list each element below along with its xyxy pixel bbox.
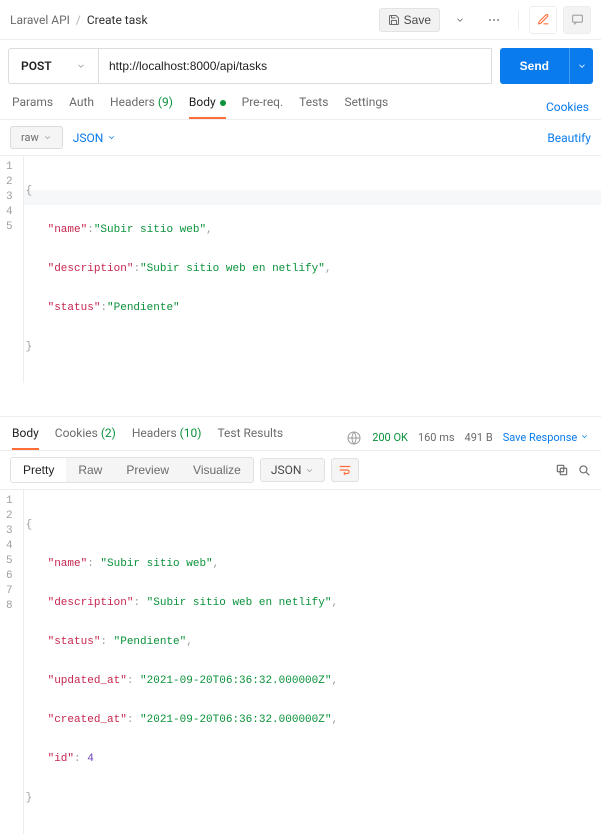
code-area[interactable]: { "name":"Subir sitio web", "description… bbox=[24, 156, 601, 383]
line-gutter: 12345 bbox=[0, 156, 24, 383]
resp-headers-count: (10) bbox=[180, 426, 202, 440]
save-response-link[interactable]: Save Response bbox=[503, 431, 589, 444]
search-icon[interactable] bbox=[577, 463, 591, 477]
breadcrumb: Laravel API / Create task bbox=[10, 13, 148, 27]
resp-tab-cookies[interactable]: Cookies (2) bbox=[55, 426, 116, 450]
chevron-down-icon bbox=[107, 133, 116, 142]
chevron-down-icon bbox=[43, 133, 52, 142]
body-indicator-icon bbox=[220, 100, 226, 106]
method-select[interactable]: POST bbox=[8, 48, 98, 84]
save-dropdown[interactable] bbox=[446, 6, 474, 34]
status-group: 200 OK 160 ms 491 B Save Response bbox=[346, 430, 589, 446]
tab-body-label: Body bbox=[189, 95, 216, 109]
method-label: POST bbox=[21, 59, 52, 73]
tab-body[interactable]: Body bbox=[189, 95, 226, 119]
chevron-down-icon bbox=[305, 466, 314, 475]
seg-visualize[interactable]: Visualize bbox=[181, 458, 253, 482]
body-format-label: JSON bbox=[73, 131, 104, 145]
body-options-row: raw JSON Beautify bbox=[0, 120, 601, 156]
beautify-link[interactable]: Beautify bbox=[547, 131, 591, 145]
request-body-editor[interactable]: 12345 { "name":"Subir sitio web", "descr… bbox=[0, 156, 601, 417]
status-code: 200 OK bbox=[372, 431, 408, 444]
view-segment: Pretty Raw Preview Visualize bbox=[10, 457, 254, 483]
copy-icon[interactable] bbox=[555, 463, 569, 477]
globe-icon[interactable] bbox=[346, 430, 362, 446]
tab-headers[interactable]: Headers (9) bbox=[110, 95, 173, 119]
save-button-label: Save bbox=[404, 13, 431, 27]
resp-cookies-count: (2) bbox=[101, 426, 116, 440]
code-area[interactable]: { "name": "Subir sitio web", "descriptio… bbox=[24, 490, 601, 834]
comments-button[interactable] bbox=[563, 6, 591, 34]
send-group: Send bbox=[500, 48, 593, 84]
resp-format-select[interactable]: JSON bbox=[260, 458, 326, 482]
top-bar: Laravel API / Create task Save bbox=[0, 0, 601, 40]
body-mode-label: raw bbox=[21, 131, 39, 144]
send-button[interactable]: Send bbox=[500, 48, 569, 84]
body-format-select[interactable]: JSON bbox=[73, 131, 117, 145]
url-bar: POST Send bbox=[0, 40, 601, 84]
tab-tests[interactable]: Tests bbox=[299, 95, 328, 119]
save-icon bbox=[388, 14, 400, 26]
chevron-down-icon bbox=[577, 61, 587, 71]
headers-count: (9) bbox=[158, 95, 173, 109]
send-dropdown[interactable] bbox=[569, 48, 593, 84]
resp-tab-tests[interactable]: Test Results bbox=[217, 426, 283, 450]
tab-prereq[interactable]: Pre-req. bbox=[242, 95, 284, 119]
pencil-icon bbox=[537, 13, 550, 26]
breadcrumb-separator: / bbox=[76, 13, 81, 27]
seg-pretty[interactable]: Pretty bbox=[11, 458, 66, 482]
chevron-down-icon bbox=[455, 15, 465, 25]
response-right-actions bbox=[555, 463, 591, 477]
seg-raw[interactable]: Raw bbox=[66, 458, 114, 482]
resp-format-label: JSON bbox=[271, 463, 302, 477]
tab-auth[interactable]: Auth bbox=[69, 95, 94, 119]
resp-tab-body[interactable]: Body bbox=[12, 426, 39, 450]
response-body-viewer[interactable]: 12345678 { "name": "Subir sitio web", "d… bbox=[0, 490, 601, 672]
response-time: 160 ms bbox=[418, 431, 455, 444]
tab-headers-label: Headers bbox=[110, 95, 155, 109]
divider bbox=[518, 11, 519, 29]
body-mode-select[interactable]: raw bbox=[10, 126, 63, 149]
tab-params[interactable]: Params bbox=[12, 95, 53, 119]
url-input[interactable] bbox=[98, 48, 492, 84]
edit-button[interactable] bbox=[529, 6, 557, 34]
comment-icon bbox=[571, 13, 584, 26]
chevron-down-icon bbox=[580, 432, 589, 441]
wrap-lines-button[interactable] bbox=[331, 458, 359, 482]
resp-cookies-label: Cookies bbox=[55, 426, 98, 440]
line-gutter: 12345678 bbox=[0, 490, 24, 834]
seg-preview[interactable]: Preview bbox=[114, 458, 181, 482]
cookies-link[interactable]: Cookies bbox=[546, 100, 589, 114]
save-button[interactable]: Save bbox=[379, 8, 440, 32]
request-tabs: Params Auth Headers (9) Body Pre-req. Te… bbox=[0, 84, 601, 120]
collection-name[interactable]: Laravel API bbox=[10, 13, 70, 27]
ellipsis-icon bbox=[487, 13, 501, 27]
response-controls: Pretty Raw Preview Visualize JSON bbox=[0, 451, 601, 490]
resp-tab-headers[interactable]: Headers (10) bbox=[132, 426, 202, 450]
resp-headers-label: Headers bbox=[132, 426, 177, 440]
response-tabs: Body Cookies (2) Headers (10) Test Resul… bbox=[0, 417, 601, 451]
request-name[interactable]: Create task bbox=[87, 13, 148, 27]
chevron-down-icon bbox=[76, 61, 86, 71]
response-size: 491 B bbox=[465, 431, 493, 444]
top-actions: Save bbox=[379, 6, 591, 34]
more-button[interactable] bbox=[480, 6, 508, 34]
wrap-icon bbox=[338, 463, 352, 477]
tab-settings[interactable]: Settings bbox=[344, 95, 388, 119]
